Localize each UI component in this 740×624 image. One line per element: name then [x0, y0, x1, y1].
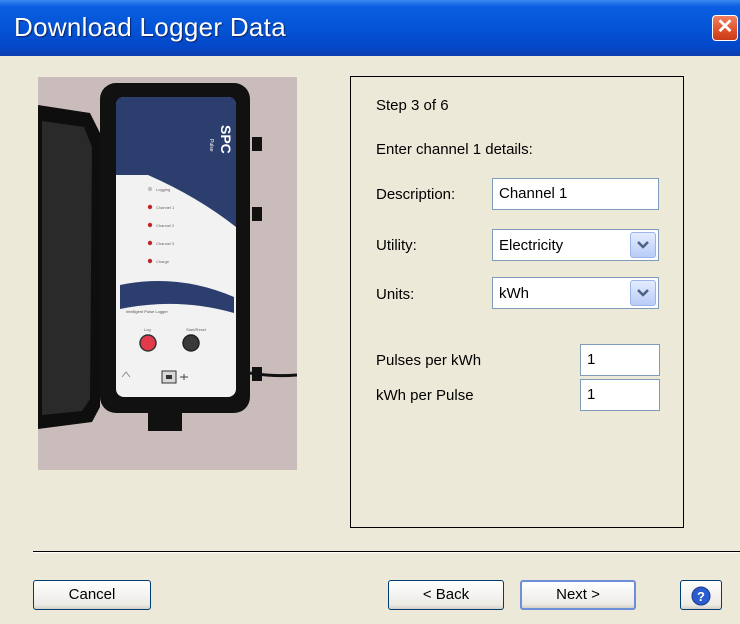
logger-device-image: SPC Pulse Logging Channel 1 Channel 2 Ch… [38, 77, 297, 470]
units-label: Units: [376, 286, 415, 303]
unit-per-pulse-field[interactable]: 1 [580, 379, 660, 411]
units-dropdown-button[interactable] [630, 280, 656, 306]
device-button-label: Start/Reset [186, 327, 207, 332]
chevron-down-icon [637, 241, 649, 249]
pulses-per-unit-label: Pulses per kWh [376, 352, 482, 369]
utility-value: Electricity [499, 237, 564, 254]
window-title: Download Logger Data [14, 12, 286, 42]
led-label: Channel 2 [156, 223, 175, 228]
close-button[interactable]: ✕ [712, 15, 738, 41]
led-label: Charge [156, 259, 170, 264]
device-photo: SPC Pulse Logging Channel 1 Channel 2 Ch… [38, 77, 297, 470]
utility-select[interactable]: Electricity [492, 229, 659, 261]
footer-divider [33, 551, 740, 553]
cancel-button[interactable]: Cancel [33, 580, 151, 610]
device-brand-suffix: Pulse [208, 139, 214, 152]
step-indicator: Step 3 of 6 [376, 97, 449, 114]
instruction-text: Enter channel 1 details: [376, 141, 533, 158]
led-label: Channel 1 [156, 205, 175, 210]
description-label: Description: [376, 186, 456, 203]
units-select[interactable]: kWh [492, 277, 659, 309]
back-button[interactable]: < Back [388, 580, 504, 610]
chevron-down-icon [637, 289, 649, 297]
device-maker: ELCOMPONENT [124, 295, 190, 305]
device-button-label: Log [144, 327, 151, 332]
led-label: Logging [156, 187, 170, 192]
description-field[interactable]: Channel 1 [492, 178, 659, 210]
utility-dropdown-button[interactable] [630, 232, 656, 258]
pulses-per-unit-field[interactable]: 1 [580, 344, 660, 376]
next-button[interactable]: Next > [520, 580, 636, 610]
device-brand: SPC [218, 125, 234, 154]
unit-per-pulse-label: kWh per Pulse [376, 387, 474, 404]
help-icon: ? [691, 586, 711, 606]
device-product: Intelligent Pulse Logger [126, 309, 168, 314]
utility-label: Utility: [376, 237, 417, 254]
title-bar: Download Logger Data ✕ [0, 0, 740, 56]
channel-details-panel: Step 3 of 6 Enter channel 1 details: Des… [350, 76, 684, 528]
svg-text:?: ? [697, 589, 705, 604]
units-value: kWh [499, 285, 529, 302]
help-button[interactable]: ? [680, 580, 722, 610]
led-label: Channel 3 [156, 241, 175, 246]
